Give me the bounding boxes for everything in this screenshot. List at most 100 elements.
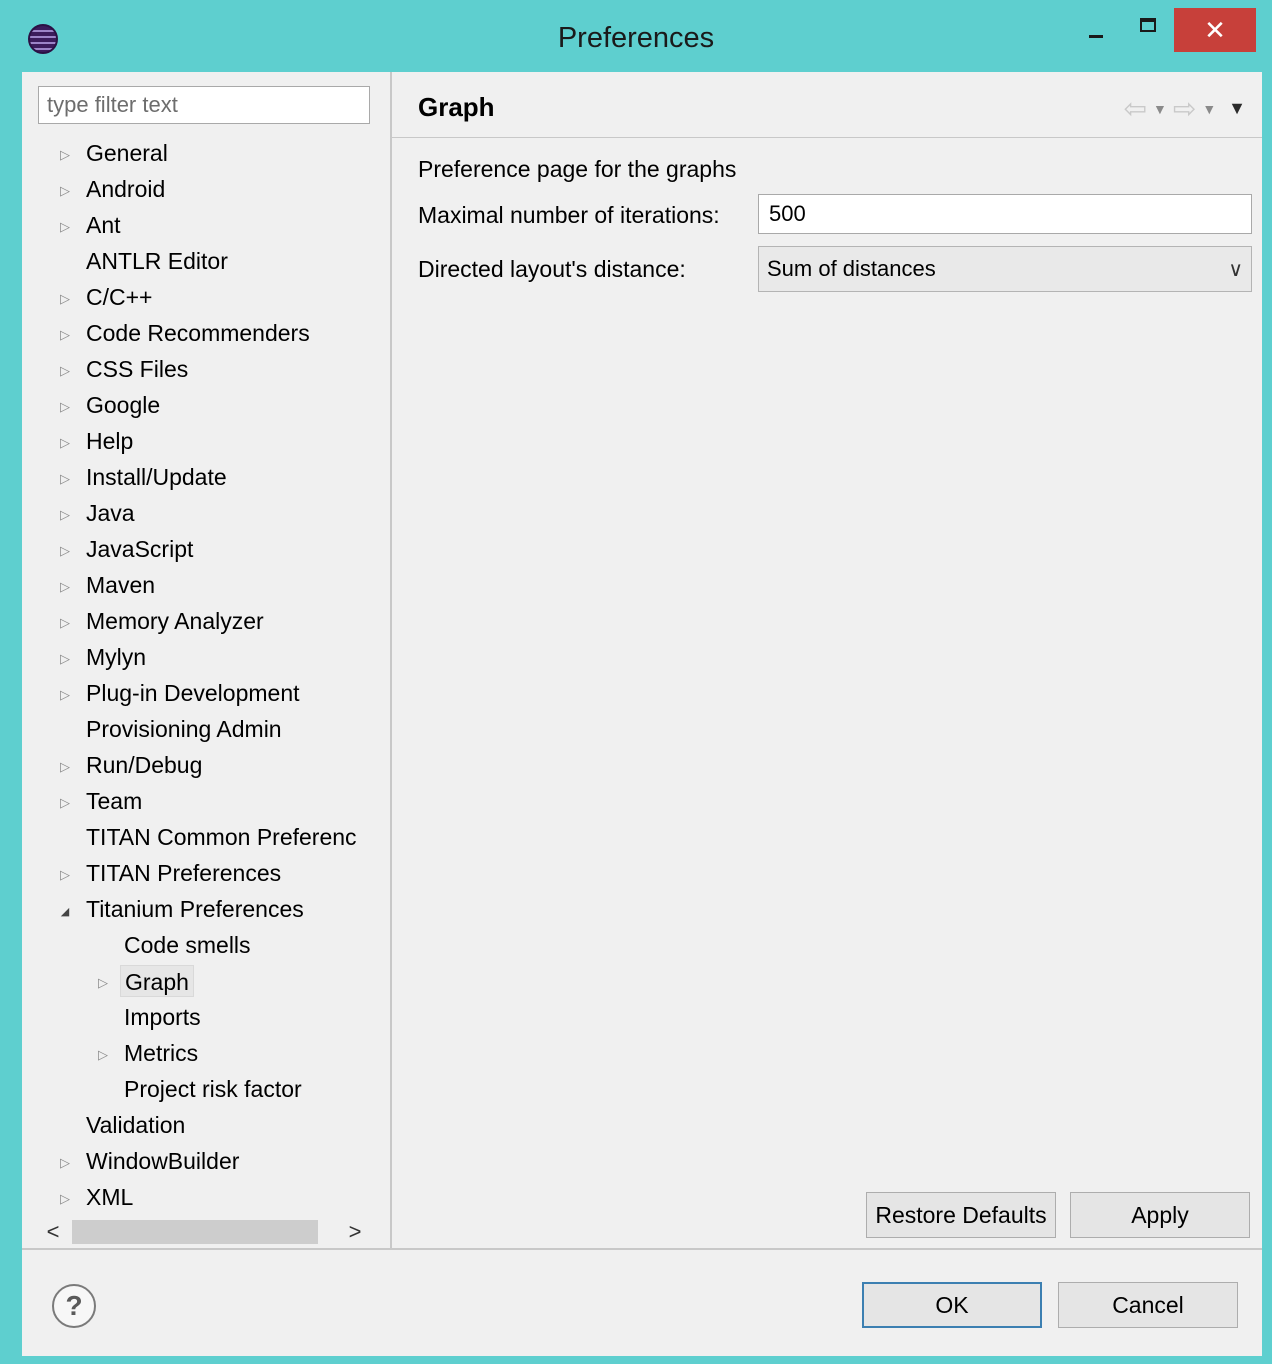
tree-item[interactable]: ▷ Mylyn <box>22 640 370 674</box>
collapsed-twisty-icon[interactable]: ▷ <box>58 579 72 594</box>
collapsed-twisty-icon[interactable]: ▷ <box>58 687 72 702</box>
tree-item[interactable]: ▷ Ant <box>22 208 370 242</box>
tree-item[interactable]: ▷ JavaScript <box>22 532 370 566</box>
chevron-down-icon: ∨ <box>1228 258 1243 281</box>
collapsed-twisty-icon[interactable]: ▷ <box>58 435 72 450</box>
tree-item-label: JavaScript <box>86 536 194 562</box>
tree-item-label: TITAN Common Preferenc <box>86 824 357 850</box>
tree-item[interactable]: ANTLR Editor <box>22 244 370 278</box>
forward-history-dropdown-icon[interactable]: ▼ <box>1202 101 1216 117</box>
tree-item-label: TITAN Preferences <box>86 860 282 886</box>
tree-item-label: Install/Update <box>86 464 227 490</box>
tree-item[interactable]: Validation <box>22 1108 370 1142</box>
tree-item[interactable]: ▷ Code Recommenders <box>22 316 370 350</box>
collapsed-twisty-icon[interactable]: ▷ <box>58 795 72 810</box>
collapsed-twisty-icon[interactable]: ▷ <box>58 759 72 774</box>
preference-page: Graph ⇦ ▼ ⇨ ▼ ▼ Preference page for the … <box>392 72 1262 1248</box>
tree-item-label: CSS Files <box>86 356 189 382</box>
tree-item[interactable]: ◢ Titanium Preferences <box>22 892 370 926</box>
collapsed-twisty-icon[interactable]: ▷ <box>58 543 72 558</box>
tree-item-label: Provisioning Admin <box>86 716 282 742</box>
scroll-left-arrow-icon[interactable]: < <box>38 1216 68 1248</box>
iterations-input[interactable] <box>758 194 1252 234</box>
tree-item[interactable]: ▷ Help <box>22 424 370 458</box>
tree-item-label: Android <box>86 176 166 202</box>
tree-item[interactable]: ▷ Team <box>22 784 370 818</box>
tree-item-label: Run/Debug <box>86 752 203 778</box>
help-icon[interactable]: ? <box>52 1284 96 1328</box>
close-icon: ✕ <box>1204 14 1226 45</box>
tree-item[interactable]: Project risk factor <box>22 1072 370 1106</box>
collapsed-twisty-icon[interactable]: ▷ <box>58 291 72 306</box>
collapsed-twisty-icon[interactable]: ▷ <box>58 471 72 486</box>
maximize-button[interactable] <box>1128 6 1168 50</box>
collapsed-twisty-icon[interactable]: ▷ <box>58 147 72 162</box>
collapsed-twisty-icon[interactable]: ▷ <box>96 975 110 990</box>
minimize-button[interactable] <box>1078 6 1114 50</box>
collapsed-twisty-icon[interactable]: ▷ <box>58 327 72 342</box>
tree-item[interactable]: TITAN Common Preferenc <box>22 820 370 854</box>
tree-item[interactable]: ▷ C/C++ <box>22 280 370 314</box>
preferences-tree-pane: ▷ General ▷ Android ▷ Ant ANTLR Editor ▷ C/C++ ▷ C… <box>22 72 390 1248</box>
filter-input[interactable] <box>38 86 370 124</box>
collapsed-twisty-icon[interactable]: ▷ <box>58 183 72 198</box>
tree-item[interactable]: ▷ Graph <box>22 964 370 998</box>
tree-item-label: Metrics <box>124 1040 199 1066</box>
collapsed-twisty-icon[interactable]: ▷ <box>58 363 72 378</box>
forward-arrow-icon[interactable]: ⇨ <box>1173 92 1196 125</box>
maximize-icon <box>1140 18 1156 32</box>
view-menu-icon[interactable]: ▼ <box>1228 98 1246 119</box>
distance-select[interactable]: Sum of distances ∨ <box>758 246 1252 292</box>
tree-item[interactable]: Code smells <box>22 928 370 962</box>
tree-item[interactable]: ▷ Memory Analyzer <box>22 604 370 638</box>
tree-item-label: Mylyn <box>86 644 147 670</box>
tree-item-label: Imports <box>124 1004 201 1030</box>
tree-item[interactable]: ▷ Plug-in Development <box>22 676 370 710</box>
scroll-right-arrow-icon[interactable]: > <box>340 1216 370 1248</box>
collapsed-twisty-icon[interactable]: ▷ <box>58 867 72 882</box>
tree-item[interactable]: ▷ Metrics <box>22 1036 370 1070</box>
apply-button[interactable]: Apply <box>1070 1192 1250 1238</box>
back-arrow-icon[interactable]: ⇦ <box>1124 92 1147 125</box>
tree-item[interactable]: ▷ Maven <box>22 568 370 602</box>
tree-item[interactable]: Imports <box>22 1000 370 1034</box>
tree-item-label: Project risk factor <box>124 1076 302 1102</box>
tree-item-label: Google <box>86 392 161 418</box>
ok-button[interactable]: OK <box>862 1282 1042 1328</box>
tree-item-label: Memory Analyzer <box>86 608 264 634</box>
tree-item[interactable]: ▷ General <box>22 136 370 170</box>
collapsed-twisty-icon[interactable]: ▷ <box>58 615 72 630</box>
back-history-dropdown-icon[interactable]: ▼ <box>1153 101 1167 117</box>
tree-item-label: Maven <box>86 572 156 598</box>
tree-item-label: Validation <box>86 1112 186 1138</box>
restore-defaults-button[interactable]: Restore Defaults <box>866 1192 1056 1238</box>
preferences-window: Preferences ✕ ▷ General ▷ Android ▷ Ant ANTLR … <box>0 0 1272 1364</box>
tree-item[interactable]: Provisioning Admin <box>22 712 370 746</box>
tree-item[interactable]: ▷ Java <box>22 496 370 530</box>
collapsed-twisty-icon[interactable]: ▷ <box>58 507 72 522</box>
tree-horizontal-scrollbar[interactable]: < > <box>38 1216 370 1248</box>
distance-select-value: Sum of distances <box>767 256 936 281</box>
tree-item[interactable]: ▷ CSS Files <box>22 352 370 386</box>
tree-item[interactable]: ▷ XML <box>22 1180 370 1214</box>
tree-item-label: XML <box>86 1184 134 1210</box>
tree-item[interactable]: ▷ Google <box>22 388 370 422</box>
cancel-button[interactable]: Cancel <box>1058 1282 1238 1328</box>
tree-item[interactable]: ▷ Android <box>22 172 370 206</box>
collapsed-twisty-icon[interactable]: ▷ <box>58 399 72 414</box>
tree-item[interactable]: ▷ WindowBuilder <box>22 1144 370 1178</box>
collapsed-twisty-icon[interactable]: ▷ <box>58 1191 72 1206</box>
tree-item[interactable]: ▷ Run/Debug <box>22 748 370 782</box>
tree-item-label: C/C++ <box>86 284 153 310</box>
close-button[interactable]: ✕ <box>1174 8 1256 52</box>
collapsed-twisty-icon[interactable]: ▷ <box>58 219 72 234</box>
title-bar[interactable]: Preferences ✕ <box>0 0 1272 72</box>
scrollbar-thumb[interactable] <box>72 1220 318 1244</box>
collapsed-twisty-icon[interactable]: ▷ <box>58 651 72 666</box>
tree-item-label: Team <box>86 788 143 814</box>
expanded-twisty-icon[interactable]: ◢ <box>58 904 72 918</box>
collapsed-twisty-icon[interactable]: ▷ <box>96 1047 110 1062</box>
tree-item[interactable]: ▷ Install/Update <box>22 460 370 494</box>
collapsed-twisty-icon[interactable]: ▷ <box>58 1155 72 1170</box>
tree-item[interactable]: ▷ TITAN Preferences <box>22 856 370 890</box>
